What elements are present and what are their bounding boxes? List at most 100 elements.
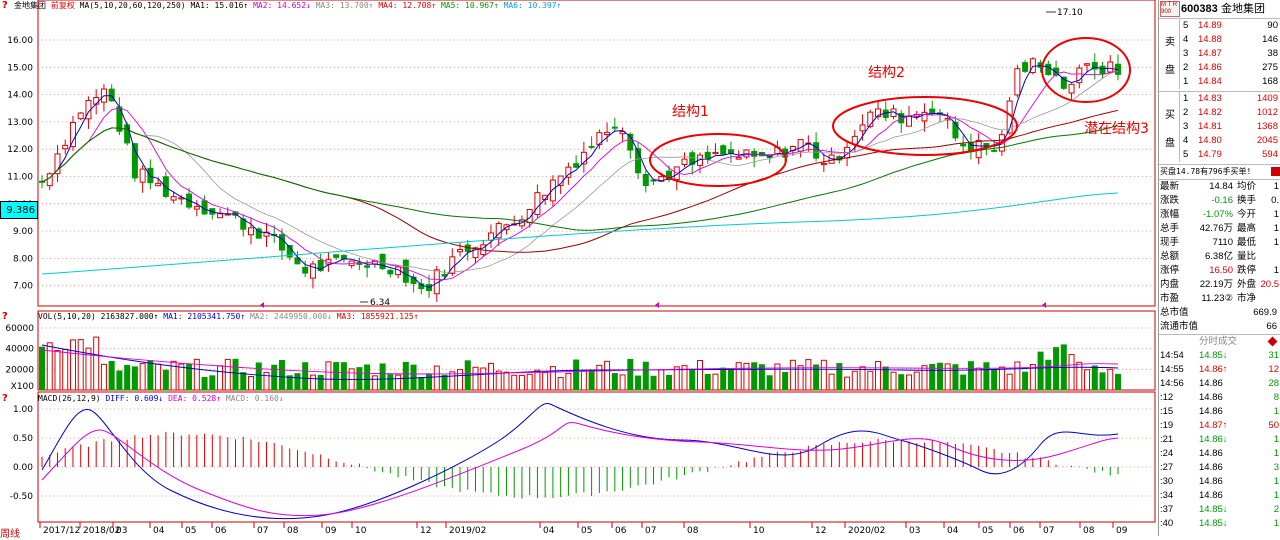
price-tick-label: 8.00 (13, 254, 33, 264)
candle-down (1099, 65, 1106, 75)
volume-bar-up (975, 367, 982, 391)
bid-volume: 2045 (1256, 135, 1278, 146)
stat-value: 11.23② (1201, 293, 1233, 304)
period-label[interactable]: 周线 (0, 525, 20, 540)
alert-icon[interactable] (1271, 167, 1280, 176)
adjust-flag[interactable]: 前复权 (51, 1, 75, 10)
volume-bar-up (696, 359, 703, 391)
tick-volume: 1 (1273, 448, 1279, 459)
stat-label-2: 今开 (1237, 209, 1257, 220)
time-axis-label: 05 (185, 526, 196, 536)
help-icon[interactable]: ? (2, 0, 12, 11)
period-marker-icon (655, 302, 659, 308)
ma1-value: MA1: 15.016↑ (190, 1, 249, 10)
mtr-icon[interactable]: M T R 900 (1160, 1, 1180, 17)
tick-volume: 28 (1268, 378, 1279, 389)
volume-bar-down (882, 366, 889, 391)
price-panel-frame (37, 0, 1156, 307)
ma-long-green-line (41, 125, 1119, 231)
bid-volume: 1409 (1256, 93, 1278, 104)
stat-value: 42.76万 (1199, 223, 1233, 234)
volume-tick-label: 20000 (5, 365, 34, 375)
tick-time: :12 (1160, 392, 1174, 403)
volume-bar-up (658, 369, 665, 391)
tick-volume: 50 (1268, 420, 1279, 431)
price-tick-label: 16.00 (7, 36, 33, 46)
stat-label-2: 跌停 (1237, 265, 1257, 276)
time-axis-label: 2020/02 (848, 526, 885, 536)
candle-up (859, 124, 866, 132)
volume-bar-down (991, 369, 998, 391)
kline-chart-area[interactable]: 16.0015.0014.0013.0012.0011.0010.009.008… (0, 0, 1158, 540)
ask-price: 14.86 (1198, 62, 1222, 73)
volume-bar-up (549, 366, 556, 391)
volume-bar-down (108, 360, 115, 391)
ask-row: 3 14.87 38 (1180, 47, 1280, 61)
ticks-title[interactable]: 分时成交 (1199, 335, 1237, 349)
stat-label-2: 最高 (1237, 223, 1257, 234)
time-axis-label: 07 (1043, 526, 1054, 536)
macd-help-icon[interactable]: ? (2, 393, 12, 404)
stat-value: 6.38亿 (1205, 251, 1233, 262)
bid-row: 1 14.83 1409 (1180, 92, 1280, 106)
mktcap-value: 669.9 (1253, 307, 1277, 318)
chart-canvas[interactable]: 16.0015.0014.0013.0012.0011.0010.009.008… (0, 0, 1158, 536)
ma2-value: MA2: 14.652↓ (253, 1, 311, 10)
tick-row: :37 14.85↓ 2 (1159, 503, 1280, 517)
bid-book: 买 盘 1 14.83 1409 2 14.82 1012 3 14.81 1368 4 14.80… (1159, 92, 1280, 164)
ticks-list[interactable]: 14:54 14.85↓ 31 14:55 14.86↑ 12 14:56 14.86 28:1… (1159, 349, 1280, 531)
volume-bar-up (1107, 368, 1114, 391)
volume-bar-up (789, 359, 796, 391)
bid-level: 2 (1183, 107, 1189, 118)
dea-line (41, 421, 1119, 517)
volume-bar-up (534, 369, 541, 391)
structure-1-ellipse[interactable] (649, 133, 787, 187)
price-tick-label: 11.00 (7, 173, 33, 183)
candle-up (549, 179, 556, 202)
volume-tick-label: 40000 (5, 345, 34, 355)
volume-bar-down (39, 346, 45, 391)
candle-up (905, 115, 912, 127)
bid-level: 1 (1183, 93, 1189, 104)
sell-label-top: 卖 (1165, 37, 1175, 48)
candle-up (797, 139, 804, 152)
volume-bar-down (782, 371, 789, 391)
vol-help-icon[interactable]: ? (2, 311, 12, 322)
stat-value: 7110 (1212, 237, 1233, 248)
tick-price: 14.86↑ (1199, 364, 1228, 375)
volume-bar-up (1068, 354, 1075, 391)
period-marker-icon (260, 302, 264, 308)
volume-bar-down (751, 362, 758, 391)
volume-bar-up (62, 348, 69, 391)
tick-price: 14.86↓ (1199, 434, 1228, 445)
volume-bar-up (139, 363, 146, 391)
volume-bar-down (131, 366, 138, 391)
ma5-value: MA5: 10.967↑ (440, 1, 499, 10)
volume-bar-down (1091, 365, 1098, 391)
ask-price: 14.89 (1198, 20, 1222, 31)
candle-down (302, 266, 309, 274)
tick-row: :19 14.87↑ 50 (1159, 419, 1280, 433)
tick-time: 14:56 (1160, 378, 1184, 389)
stat-label-2: 均价 (1237, 181, 1257, 192)
candle-up (604, 131, 611, 136)
tick-volume: 1 (1273, 406, 1279, 417)
time-axis-label: 04 (543, 526, 555, 536)
time-axis-label: 2018/02 (83, 526, 120, 536)
volume-bar-down (704, 373, 711, 391)
float-mktcap-label: 流通市值 (1160, 321, 1199, 332)
stat-label: 现手 (1160, 237, 1180, 248)
volume-bar-up (712, 373, 719, 391)
volume-bar-down (720, 367, 727, 391)
bid-volume: 594 (1262, 149, 1278, 160)
time-axis-label: 06 (215, 526, 227, 536)
ma4-value: MA4: 12.708↑ (378, 1, 437, 10)
macd-tick-label: 0.00 (13, 463, 33, 473)
mktcap-label: 总市值 (1160, 307, 1189, 318)
tick-price: 14.86 (1199, 392, 1223, 403)
volume-bar-down (317, 374, 324, 391)
volume-bar-up (557, 377, 564, 391)
stat-label-2: 换手 (1237, 195, 1257, 206)
tick-price: 14.85↓ (1199, 350, 1228, 361)
tick-price: 14.87↑ (1199, 420, 1228, 431)
